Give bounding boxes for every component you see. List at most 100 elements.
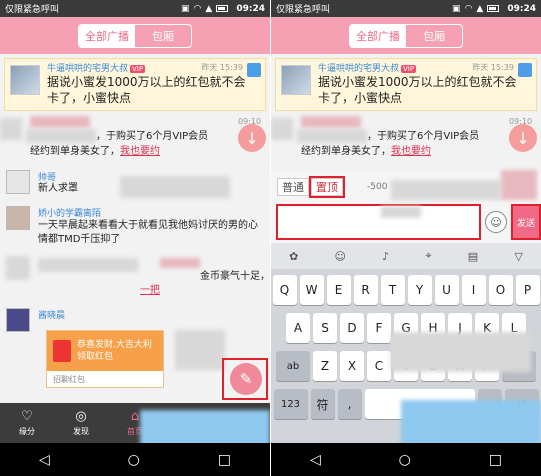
- signal-icon: ▲: [476, 3, 484, 14]
- back-icon[interactable]: ◁: [39, 452, 50, 468]
- arrow-down-icon[interactable]: ↓: [238, 124, 266, 152]
- edit-icon[interactable]: ✎: [230, 363, 262, 395]
- key[interactable]: A: [286, 313, 310, 343]
- emoji-icon[interactable]: ☺: [335, 250, 346, 263]
- tab-private-room[interactable]: 包厢: [406, 25, 462, 47]
- key[interactable]: D: [340, 313, 364, 343]
- collapse-icon[interactable]: ▽: [514, 250, 522, 263]
- recents-icon[interactable]: □: [218, 452, 231, 468]
- blurred-name: [160, 258, 200, 268]
- home-button-icon[interactable]: ○: [399, 452, 411, 468]
- blurred-content: [120, 176, 230, 198]
- avatar[interactable]: [6, 206, 30, 230]
- red-packet-footer: 招聊红包: [53, 375, 85, 384]
- left-phone-screen: 仅限紧急呼叫 ▣ ◠ ▲ 09:24 全部广播 包厢 牛逼哄哄的宅男大叔 VIP …: [0, 0, 270, 476]
- cursor-icon[interactable]: ⌖: [425, 249, 431, 263]
- key[interactable]: C: [367, 351, 391, 381]
- nav-fate[interactable]: ♡ 缘分: [0, 403, 54, 443]
- comma-key[interactable]: ,: [337, 389, 362, 419]
- user-name[interactable]: 牛逼哄哄的宅男大叔: [47, 64, 128, 74]
- nav-label: 缘分: [19, 427, 35, 436]
- blurred-avatar: [6, 256, 30, 280]
- send-button[interactable]: 发送: [511, 204, 541, 240]
- right-phone-screen: 仅限紧急呼叫 ▣ ◠ ▲ 09:24 全部广播 包厢 牛逼哄哄的宅男大叔 VIP …: [271, 0, 541, 476]
- message-text: ，于购买了6个月VIP会员: [367, 131, 480, 142]
- pin-badge-icon: [247, 63, 261, 77]
- blurred-name: [301, 116, 361, 128]
- mic-icon[interactable]: ♪: [382, 250, 389, 263]
- back-icon[interactable]: ◁: [310, 452, 321, 468]
- key[interactable]: Q: [272, 275, 297, 305]
- blurred-avatar: [271, 118, 293, 140]
- smile-icon[interactable]: ☺: [485, 211, 507, 233]
- user-name[interactable]: 酱晓晨: [38, 308, 65, 321]
- nav-discover[interactable]: ◎ 发现: [54, 403, 108, 443]
- key[interactable]: X: [340, 351, 364, 381]
- key[interactable]: E: [326, 275, 351, 305]
- blurred-content: [501, 170, 537, 200]
- avatar[interactable]: [6, 308, 30, 332]
- blurred-text: [26, 129, 96, 143]
- key[interactable]: S: [313, 313, 337, 343]
- heart-icon: ♡: [21, 409, 33, 424]
- type-normal-button[interactable]: 普通: [277, 178, 309, 196]
- avatar[interactable]: [10, 65, 40, 95]
- key[interactable]: U: [434, 275, 459, 305]
- timestamp: 昨天 15:39: [472, 63, 514, 72]
- message-input[interactable]: [276, 204, 481, 240]
- home-button-icon[interactable]: ○: [128, 452, 140, 468]
- key[interactable]: R: [353, 275, 378, 305]
- numbers-key[interactable]: 123: [273, 389, 308, 419]
- key[interactable]: Z: [313, 351, 337, 381]
- avatar[interactable]: [6, 170, 30, 194]
- system-nav: ◁ ○ □: [0, 443, 270, 476]
- blurred-content: [391, 180, 501, 200]
- red-envelope-icon: [53, 340, 71, 362]
- vip-badge: VIP: [130, 64, 146, 73]
- shift-key[interactable]: ab: [276, 351, 310, 381]
- settings-icon[interactable]: ✿: [289, 250, 298, 263]
- key[interactable]: P: [515, 275, 540, 305]
- pinned-broadcast[interactable]: 牛逼哄哄的宅男大叔 VIP 昨天 15:39 据说小蜜发1000万以上的红包就不会…: [4, 58, 266, 111]
- key[interactable]: O: [488, 275, 513, 305]
- message-text: 新人求罩: [38, 183, 78, 194]
- message-text: 经约到单身美女了，: [301, 146, 391, 157]
- clock: 09:24: [236, 3, 265, 14]
- message-text: ，于购买了6个月VIP会员: [96, 131, 209, 142]
- recents-icon[interactable]: □: [489, 452, 502, 468]
- pinned-broadcast[interactable]: 牛逼哄哄的宅男大叔 VIP 昨天 15:39 据说小蜜发1000万以上的红包就不会…: [275, 58, 537, 111]
- user-name[interactable]: 牛逼哄哄的宅男大叔: [318, 64, 399, 74]
- red-packet-card[interactable]: 恭喜发财,大吉大利 领取红包 招聊红包: [46, 330, 164, 388]
- keyboard-row-1: Q W E R T Y U I O P: [271, 275, 541, 305]
- compass-icon: ◎: [75, 409, 87, 424]
- symbols-key[interactable]: 符: [310, 389, 335, 419]
- tab-all-broadcast[interactable]: 全部广播: [350, 24, 406, 47]
- key[interactable]: T: [380, 275, 405, 305]
- clipboard-icon[interactable]: ▤: [468, 250, 478, 263]
- message-text: 经约到单身美女了，: [30, 146, 120, 157]
- key[interactable]: Y: [407, 275, 432, 305]
- wifi-icon: ◠: [464, 3, 473, 14]
- arrow-down-icon[interactable]: ↓: [509, 124, 537, 152]
- user-name[interactable]: 娇小的学霸离陌: [38, 206, 101, 219]
- vip-badge: VIP: [401, 64, 417, 73]
- broadcast-text: 据说小蜜发1000万以上的红包就不会卡了，小蜜快点: [318, 75, 517, 105]
- clock: 09:24: [507, 3, 536, 14]
- tab-all-broadcast[interactable]: 全部广播: [79, 24, 135, 47]
- tab-private-room[interactable]: 包厢: [135, 25, 191, 47]
- key[interactable]: F: [367, 313, 391, 343]
- keyboard-toolbar: ✿ ☺ ♪ ⌖ ▤ ▽: [271, 243, 541, 269]
- key[interactable]: I: [461, 275, 486, 305]
- compose-button-highlight: ✎: [222, 358, 268, 400]
- join-link[interactable]: 我也要约: [120, 146, 160, 157]
- key[interactable]: W: [299, 275, 324, 305]
- red-packet-greeting: 恭喜发财,大吉大利: [77, 340, 152, 350]
- join-link[interactable]: 我也要约: [391, 146, 431, 157]
- signal-icon: ▲: [205, 3, 213, 14]
- battery-icon: [487, 5, 500, 12]
- carrier-text: 仅限紧急呼叫: [276, 5, 331, 15]
- avatar[interactable]: [281, 65, 311, 95]
- status-bar: 仅限紧急呼叫 ▣ ◠ ▲ 09:24: [271, 0, 541, 17]
- header: 全部广播 包厢: [0, 17, 270, 54]
- join-link[interactable]: 一把: [140, 285, 160, 296]
